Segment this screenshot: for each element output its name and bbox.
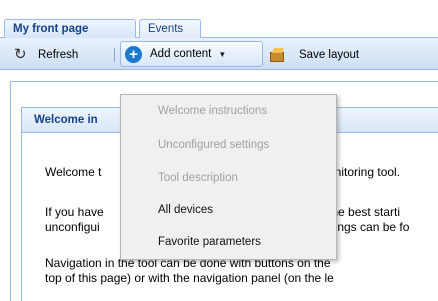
add-content-button[interactable]: + Add content ▼ — [120, 41, 263, 67]
panel-text-1-left: Welcome t — [45, 165, 102, 179]
panel-text-3-line2: top of this page) or with the navigation… — [45, 271, 334, 285]
menu-item-tool-description: Tool description — [158, 172, 238, 184]
add-content-menu: Welcome instructions Unconfigured settin… — [120, 94, 337, 260]
panel-text-2-line1-left: If you have — [45, 205, 104, 219]
toolbar-separator — [114, 48, 115, 62]
tab-my-front-page[interactable]: My front page — [4, 19, 136, 40]
menu-item-all-devices[interactable]: All devices — [121, 198, 336, 222]
panel-text-2-line2-left: unconfigui — [45, 220, 100, 234]
menu-item-favorite-parameters[interactable]: Favorite parameters — [121, 230, 336, 254]
add-content-label: Add content — [150, 48, 212, 60]
chevron-down-icon[interactable]: ▼ — [218, 50, 226, 59]
add-icon: + — [125, 45, 142, 63]
refresh-label: Refresh — [38, 49, 79, 61]
panel-text-2-line2-right: ttings can be fo — [328, 220, 410, 234]
menu-item-welcome-instructions: Welcome instructions — [158, 105, 268, 117]
menu-item-unconfigured-settings: Unconfigured settings — [158, 139, 270, 151]
refresh-icon: ↻ — [14, 46, 27, 63]
toolbar: ↻ Refresh + Add content ▼ Save layout — [0, 38, 438, 70]
refresh-button[interactable]: ↻ Refresh — [14, 44, 78, 66]
tab-events[interactable]: Events — [139, 19, 201, 39]
panel-text-2-line1-right: the best starti — [328, 205, 401, 219]
tab-bar: My front page Events — [0, 0, 438, 40]
save-layout-label: Save layout — [299, 49, 360, 61]
panel-text-1-right: onitoring tool. — [328, 165, 401, 179]
save-layout-icon — [269, 47, 287, 63]
save-layout-button[interactable]: Save layout — [269, 44, 359, 66]
